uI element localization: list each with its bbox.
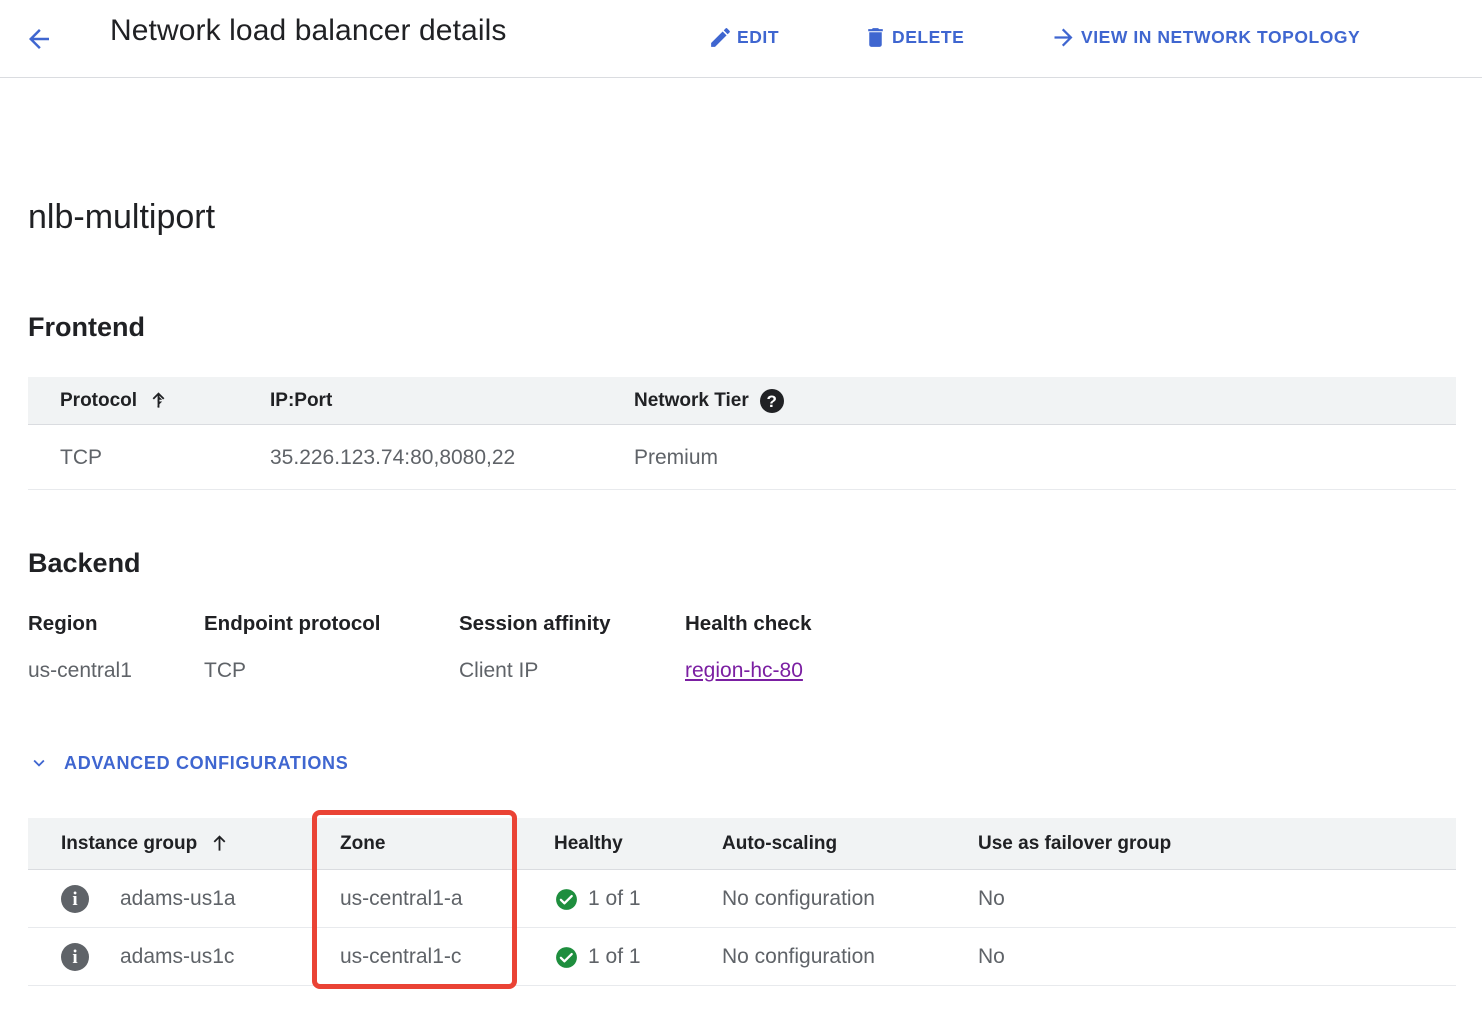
backend-value-region: us-central1 [28, 659, 132, 682]
backend-value-endpoint-protocol: TCP [204, 659, 246, 682]
arrow-up-icon [213, 834, 226, 851]
backend-section-heading: Backend [28, 548, 141, 578]
cell-auto-scaling: No configuration [722, 887, 875, 910]
frontend-table-row[interactable]: TCP 35.226.123.74:80,8080,22 Premium [28, 425, 1456, 490]
instance-group-table: Instance group Zone Healthy Auto-scaling… [28, 818, 1456, 986]
chevron-down-icon [33, 759, 45, 767]
view-in-network-topology-button[interactable]: VIEW IN NETWORK TOPOLOGY [1050, 18, 1360, 56]
column-instance-group-label: Instance group [61, 833, 198, 854]
backend-label-session-affinity: Session affinity [459, 612, 611, 635]
frontend-column-protocol-label: Protocol [60, 390, 138, 411]
instance-info-icon-cell: i [61, 928, 89, 986]
frontend-column-network-tier[interactable]: Network Tier ? [634, 377, 784, 425]
frontend-section-heading: Frontend [28, 312, 145, 342]
info-circle-icon[interactable]: i [61, 943, 89, 971]
table-row[interactable]: i adams-us1a us-central1-a 1 of 1 No con… [28, 870, 1456, 928]
cell-healthy: 1 of 1 [554, 928, 641, 986]
backend-label-region: Region [28, 612, 98, 635]
frontend-column-network-tier-label: Network Tier [634, 390, 749, 411]
page-title: Network load balancer details [110, 14, 507, 47]
frontend-cell-ip-port: 35.226.123.74:80,8080,22 [270, 445, 516, 469]
check-circle-icon [556, 888, 577, 910]
info-circle-icon[interactable]: i [61, 885, 89, 913]
arrow-right-icon [1050, 24, 1077, 51]
cell-healthy-label: 1 of 1 [588, 945, 641, 968]
edit-button[interactable]: EDIT [708, 18, 779, 56]
health-check-link[interactable]: region-hc-80 [685, 659, 803, 683]
column-auto-scaling-label: Auto-scaling [722, 833, 838, 854]
column-use-as-failover-group[interactable]: Use as failover group [978, 818, 1171, 870]
cell-instance-group: adams-us1a [120, 887, 236, 910]
cell-zone: us-central1-c [340, 945, 462, 968]
cell-instance-group: adams-us1c [120, 945, 235, 968]
page-header: Network load balancer details EDIT DELET… [0, 0, 1482, 78]
delete-button-label: DELETE [892, 26, 965, 47]
frontend-column-ip-port-label: IP:Port [270, 390, 333, 411]
trash-icon [863, 25, 888, 50]
backend-value-session-affinity: Client IP [459, 659, 539, 682]
frontend-column-ip-port[interactable]: IP:Port [270, 377, 332, 425]
delete-button[interactable]: DELETE [863, 18, 964, 56]
column-healthy-label: Healthy [554, 833, 623, 854]
advanced-configurations-label: ADVANCED CONFIGURATIONS [64, 752, 349, 773]
frontend-table: Protocol IP:Port Network Tier ? TCP 35.2… [28, 377, 1456, 490]
instance-group-table-header-row: Instance group Zone Healthy Auto-scaling… [28, 818, 1456, 870]
cell-zone: us-central1-a [340, 887, 463, 910]
frontend-cell-network-tier: Premium [634, 445, 719, 469]
column-instance-group[interactable]: Instance group [61, 818, 230, 870]
frontend-cell-protocol: TCP [60, 445, 102, 469]
cell-use-as-failover-group: No [978, 945, 1005, 968]
frontend-table-header-row: Protocol IP:Port Network Tier ? [28, 377, 1456, 425]
help-circle-icon[interactable]: ? [759, 389, 784, 413]
frontend-column-protocol[interactable]: Protocol [60, 377, 169, 425]
view-in-network-topology-label: VIEW IN NETWORK TOPOLOGY [1081, 26, 1361, 47]
cell-use-as-failover-group: No [978, 887, 1005, 910]
column-zone-label: Zone [340, 833, 386, 854]
resource-name: nlb-multiport [28, 198, 216, 236]
instance-info-icon-cell: i [61, 870, 89, 928]
column-zone[interactable]: Zone [340, 818, 385, 870]
cell-auto-scaling: No configuration [722, 945, 875, 968]
pencil-icon [708, 25, 733, 50]
edit-button-label: EDIT [737, 26, 780, 47]
arrow-up-icon [152, 391, 165, 408]
arrow-left-icon [29, 29, 49, 49]
advanced-configurations-toggle[interactable]: ADVANCED CONFIGURATIONS [28, 752, 348, 774]
table-row[interactable]: i adams-us1c us-central1-c 1 of 1 No con… [28, 928, 1456, 986]
cell-healthy: 1 of 1 [554, 870, 641, 928]
column-use-as-failover-group-label: Use as failover group [978, 833, 1172, 854]
cell-healthy-label: 1 of 1 [588, 887, 641, 910]
column-healthy[interactable]: Healthy [554, 818, 623, 870]
backend-label-health-check: Health check [685, 612, 812, 635]
column-auto-scaling[interactable]: Auto-scaling [722, 818, 837, 870]
check-circle-icon [556, 946, 577, 968]
backend-label-endpoint-protocol: Endpoint protocol [204, 612, 381, 635]
back-button[interactable] [18, 18, 60, 60]
